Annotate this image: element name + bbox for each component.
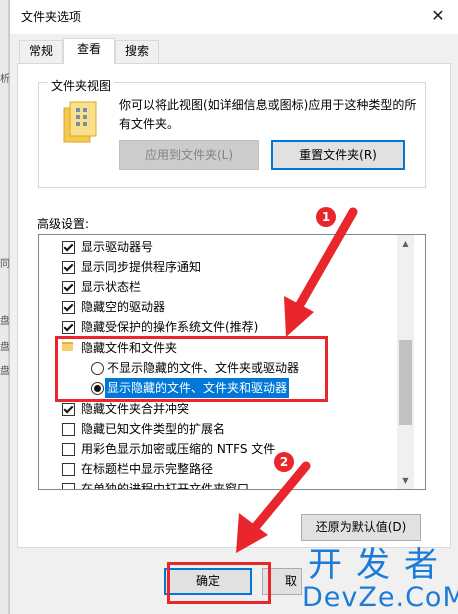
watermark-cn: 开发者 [308,545,452,585]
bg-mark: 析 [0,74,10,85]
annotation-arrows [236,207,358,553]
tab-view[interactable]: 查看 [63,38,115,64]
watermark-en: DevZe.CoM [302,582,458,613]
bg-mark: 盘 [0,366,10,377]
watermark: 开发者 DevZe.CoM [302,546,458,612]
annotation-badge-2: 2 [274,452,294,472]
annotation-badge-1: 1 [316,207,336,227]
bg-mark: 盘 [0,342,10,353]
folder-options-dialog: 文件夹选项 ✕ 常规 查看 搜索 文件夹视图 你可以将此视图(如详细信息或图标)… [9,0,458,614]
background-window-strip: 析 同 盘 盘 盘 [0,0,10,614]
bg-mark: 盘 [0,316,10,327]
bg-mark: 同 [0,259,10,270]
